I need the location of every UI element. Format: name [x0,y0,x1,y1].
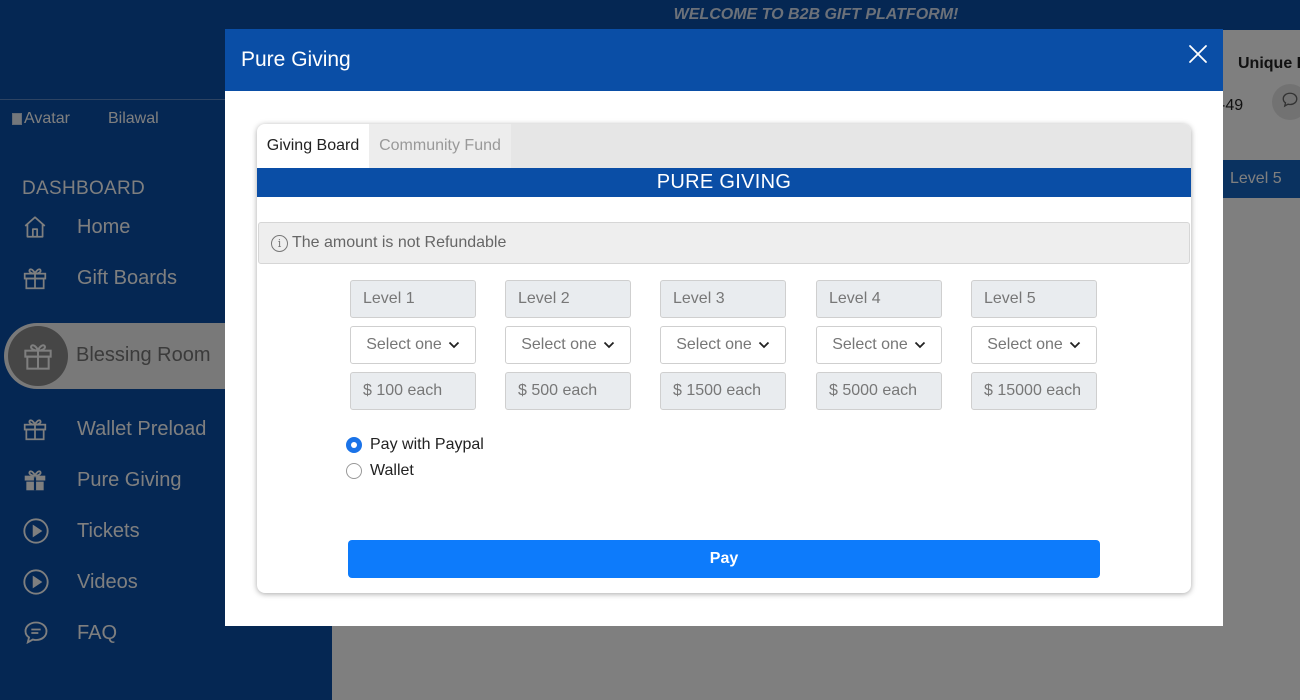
payment-option-wallet[interactable]: Wallet [346,462,414,480]
select-value: Select one [366,336,442,353]
select-value: Select one [987,336,1063,353]
select-value: Select one [521,336,597,353]
level-select[interactable]: Select one [505,326,631,364]
pure-giving-modal: Pure Giving Giving Board Community Fund … [225,29,1223,626]
level-column-3: Level 3 Select one $ 1500 each [660,280,786,410]
level-select[interactable]: Select one [971,326,1097,364]
payment-option-label: Wallet [370,462,414,479]
level-label-field: Level 3 [660,280,786,318]
payment-option-paypal[interactable]: Pay with Paypal [346,436,484,454]
close-button[interactable] [1187,43,1209,65]
alert-text: The amount is not Refundable [292,234,507,251]
level-label-field: Level 4 [816,280,942,318]
tab-bar: Giving Board Community Fund [257,124,1191,168]
chevron-down-icon [603,341,615,349]
chevron-down-icon [448,341,460,349]
select-value: Select one [832,336,908,353]
paypal-radio[interactable] [346,437,362,453]
level-column-4: Level 4 Select one $ 5000 each [816,280,942,410]
level-select[interactable]: Select one [816,326,942,364]
level-column-2: Level 2 Select one $ 500 each [505,280,631,410]
level-column-5: Level 5 Select one $ 15000 each [971,280,1097,410]
close-icon [1189,45,1207,63]
modal-header: Pure Giving [225,29,1223,91]
level-label-field: Level 5 [971,280,1097,318]
wallet-radio[interactable] [346,463,362,479]
level-price-field: $ 500 each [505,372,631,410]
level-column-1: Level 1 Select one $ 100 each [350,280,476,410]
section-banner: PURE GIVING [257,168,1191,197]
giving-card: Giving Board Community Fund PURE GIVING … [257,124,1191,593]
chevron-down-icon [1069,341,1081,349]
info-icon: i [271,234,288,252]
select-value: Select one [676,336,752,353]
level-price-field: $ 5000 each [816,372,942,410]
tab-giving-board[interactable]: Giving Board [257,124,369,168]
modal-title: Pure Giving [241,48,351,71]
tab-community-fund[interactable]: Community Fund [369,124,511,168]
level-price-field: $ 100 each [350,372,476,410]
level-select[interactable]: Select one [660,326,786,364]
level-price-field: $ 1500 each [660,372,786,410]
level-label-field: Level 2 [505,280,631,318]
level-label-field: Level 1 [350,280,476,318]
level-select[interactable]: Select one [350,326,476,364]
level-price-field: $ 15000 each [971,372,1097,410]
refund-alert: i The amount is not Refundable [258,222,1190,264]
payment-option-label: Pay with Paypal [370,436,484,453]
pay-button[interactable]: Pay [348,540,1100,578]
chevron-down-icon [914,341,926,349]
chevron-down-icon [758,341,770,349]
